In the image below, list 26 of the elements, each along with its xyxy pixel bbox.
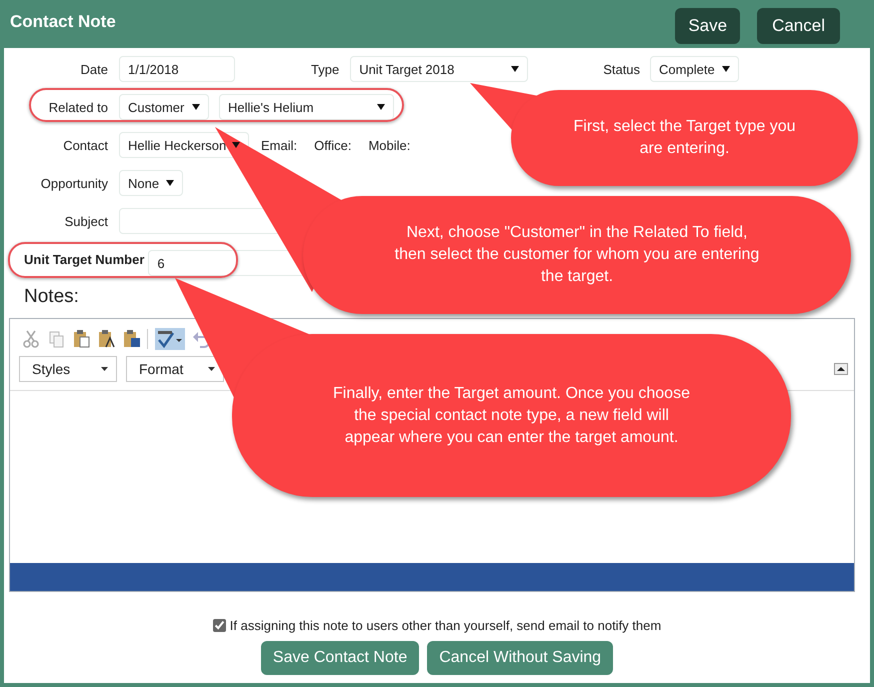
field-label: Contact [62, 138, 109, 152]
section-heading: Notes: [24, 286, 80, 309]
dropdown[interactable]: None [119, 170, 183, 196]
dropdown[interactable]: Unit Target 2018 [350, 56, 528, 82]
field-label: Mobile: [368, 138, 410, 152]
field-label: Opportunity [40, 176, 109, 190]
checkbox-label: If assigning this note to users other than yourself, send email to notify them [230, 618, 662, 633]
field-label: Date [80, 62, 109, 76]
cancel-button[interactable]: Cancel Without Saving [427, 641, 614, 675]
field-label: Unit Target Number [23, 252, 146, 266]
field-label: Related to [48, 100, 109, 114]
dropdown[interactable]: Hellie's Helium [219, 94, 394, 120]
window-title: Contact Note [10, 11, 116, 32]
field-label: Status [603, 62, 640, 76]
dropdown[interactable]: Styles [19, 356, 117, 382]
field-label: Type [311, 62, 340, 76]
dropdown[interactable]: Complete [650, 56, 740, 82]
field-label: Email: [261, 138, 298, 152]
field-label: Office: [314, 138, 352, 152]
save-button[interactable]: Save Contact Note [260, 641, 420, 675]
cancel-button[interactable]: Cancel [757, 8, 840, 44]
save-button[interactable]: Save [675, 8, 740, 44]
input-field[interactable]: 1/1/2018 [119, 56, 235, 82]
dropdown[interactable]: Format [126, 356, 224, 382]
field-label: Subject [64, 214, 109, 228]
dropdown[interactable]: Customer [119, 94, 209, 120]
